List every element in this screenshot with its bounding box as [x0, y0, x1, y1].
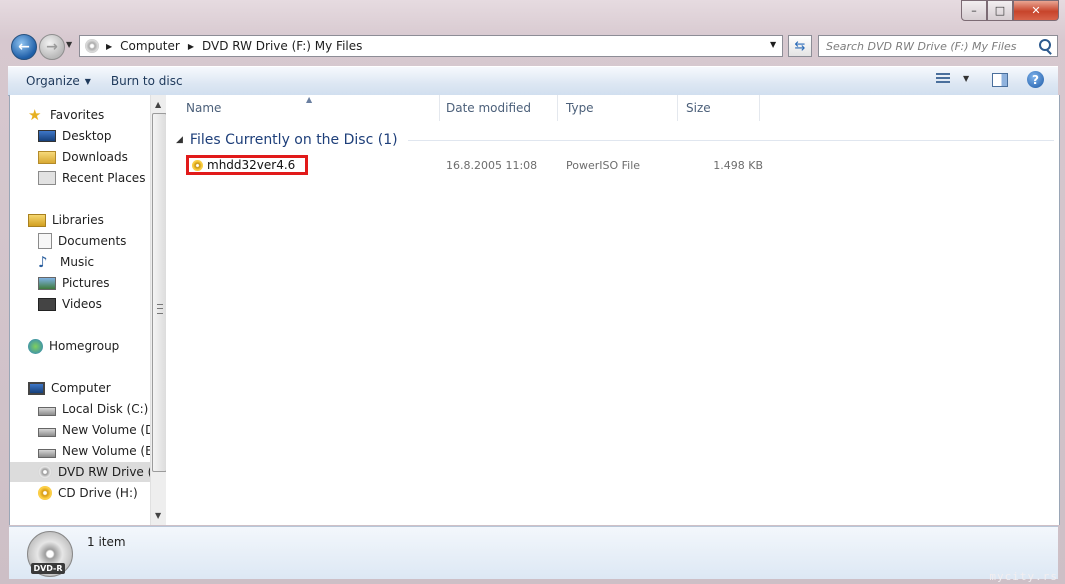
- table-row[interactable]: mhdd32ver4.6 16.8.2005 11:08 PowerISO Fi…: [168, 155, 1054, 175]
- maximize-button[interactable]: □: [987, 0, 1013, 21]
- recent-places-icon: [38, 171, 56, 185]
- desktop-icon: [38, 130, 56, 142]
- libraries-icon: [28, 213, 46, 227]
- address-history-dropdown[interactable]: ▼: [770, 40, 776, 49]
- change-view-button[interactable]: [936, 72, 952, 86]
- search-box[interactable]: [818, 35, 1058, 57]
- dvd-drive-icon: [85, 39, 99, 53]
- scroll-down-arrow-icon[interactable]: ▼: [155, 511, 161, 520]
- downloads-folder-icon: [38, 150, 56, 164]
- search-icon[interactable]: [1039, 39, 1051, 51]
- close-button[interactable]: ✕: [1013, 0, 1059, 21]
- sidebar-computer[interactable]: Computer: [10, 378, 150, 398]
- videos-icon: [38, 297, 56, 311]
- music-note-icon: ♪: [38, 253, 48, 271]
- group-divider: [407, 139, 1054, 141]
- command-bar: Organize ▼ Burn to disc ▼ ?: [8, 66, 1058, 96]
- column-header-date-modified[interactable]: Date modified: [438, 95, 558, 121]
- breadcrumb-computer[interactable]: Computer: [120, 39, 180, 53]
- file-type: PowerISO File: [566, 158, 641, 172]
- hard-disk-icon: [38, 427, 56, 437]
- forward-button[interactable]: →: [39, 34, 65, 60]
- burn-to-disc-button[interactable]: Burn to disc: [101, 67, 193, 95]
- refresh-button[interactable]: ⇆: [788, 35, 812, 57]
- back-button[interactable]: ←: [11, 34, 37, 60]
- sidebar-item-new-volume-d[interactable]: New Volume (D:): [10, 420, 150, 440]
- navigation-pane: ★ Favorites Desktop Downloads Recent Plac…: [10, 95, 166, 525]
- sidebar-item-dvd-rw-drive-f[interactable]: DVD RW Drive (F:): [10, 462, 150, 482]
- file-name: mhdd32ver4.6: [207, 158, 296, 172]
- address-bar[interactable]: ▶ Computer ▶ DVD RW Drive (F:) My Files: [79, 35, 783, 57]
- explorer-window: – □ ✕ ← → ▼ ▶ Computer ▶ DVD RW Drive (F…: [0, 0, 1065, 584]
- back-arrow-icon: ←: [18, 39, 30, 55]
- poweriso-file-icon: [192, 159, 203, 171]
- column-header-type[interactable]: Type: [558, 95, 678, 121]
- sidebar-libraries[interactable]: Libraries: [10, 210, 150, 230]
- sidebar-item-pictures[interactable]: Pictures: [10, 273, 150, 293]
- refresh-icon: ⇆: [794, 38, 806, 54]
- navigation-scrollbar[interactable]: ▲ ▼: [150, 95, 166, 525]
- file-name-cell[interactable]: mhdd32ver4.6: [186, 155, 308, 175]
- scrollbar-thumb[interactable]: [152, 113, 166, 472]
- details-pane: DVD-R 1 item: [9, 526, 1058, 579]
- dvd-r-label: DVD-R: [31, 563, 65, 574]
- organize-label: Organize: [26, 74, 80, 88]
- minimize-button[interactable]: –: [961, 0, 987, 21]
- item-count: 1 item: [87, 535, 126, 549]
- column-header-size[interactable]: Size: [678, 95, 760, 121]
- sidebar-item-cd-drive-h[interactable]: CD Drive (H:): [10, 483, 150, 503]
- computer-icon: [28, 381, 45, 395]
- dvd-disc-icon: [38, 465, 52, 479]
- sidebar-item-recent-places[interactable]: Recent Places: [10, 168, 150, 188]
- sidebar-item-new-volume-e[interactable]: New Volume (E:): [10, 441, 150, 461]
- chevron-right-icon[interactable]: ▶: [188, 42, 194, 51]
- sidebar-item-music[interactable]: ♪ Music: [10, 252, 150, 272]
- star-icon: ★: [28, 106, 42, 124]
- sidebar-item-local-disk-c[interactable]: Local Disk (C:): [10, 399, 150, 419]
- sidebar-item-desktop[interactable]: Desktop: [10, 126, 150, 146]
- sidebar-item-downloads[interactable]: Downloads: [10, 147, 150, 167]
- content-area: ★ Favorites Desktop Downloads Recent Plac…: [9, 95, 1060, 525]
- preview-pane-button[interactable]: [992, 73, 1008, 87]
- chevron-down-icon: ▼: [84, 76, 91, 86]
- sidebar-homegroup[interactable]: Homegroup: [10, 336, 150, 356]
- collapse-group-icon[interactable]: ◢: [176, 135, 183, 145]
- sidebar-favorites[interactable]: ★ Favorites: [10, 105, 150, 125]
- help-button[interactable]: ?: [1027, 71, 1044, 88]
- recent-pages-dropdown[interactable]: ▼: [66, 40, 72, 49]
- breadcrumb-current[interactable]: DVD RW Drive (F:) My Files: [202, 39, 362, 53]
- group-header[interactable]: ◢ Files Currently on the Disc (1): [176, 130, 1054, 150]
- cd-disc-icon: [38, 486, 52, 500]
- chevron-right-icon[interactable]: ▶: [106, 42, 112, 51]
- hard-disk-icon: [38, 448, 56, 458]
- watermark: mycity.rs: [989, 570, 1058, 583]
- homegroup-icon: [28, 338, 43, 354]
- window-caption-buttons: – □ ✕: [961, 0, 1059, 21]
- forward-arrow-icon: →: [46, 39, 58, 55]
- scroll-up-arrow-icon[interactable]: ▲: [155, 100, 161, 109]
- view-options-dropdown[interactable]: ▼: [963, 74, 969, 83]
- pictures-icon: [38, 276, 56, 290]
- organize-button[interactable]: Organize ▼: [8, 67, 101, 95]
- hard-disk-icon: [38, 406, 56, 416]
- navigation-bar: ← → ▼ ▶ Computer ▶ DVD RW Drive (F:) My …: [8, 32, 1058, 60]
- documents-icon: [38, 233, 52, 249]
- sidebar-item-videos[interactable]: Videos: [10, 294, 150, 314]
- group-label: Files Currently on the Disc (1): [189, 132, 398, 148]
- column-headers: ▲ Name Date modified Type Size: [168, 95, 1058, 121]
- scroll-grip-icon: [157, 304, 163, 314]
- column-header-name[interactable]: Name: [178, 95, 440, 121]
- file-date: 16.8.2005 11:08: [446, 158, 538, 172]
- file-list: ▲ Name Date modified Type Size ◢ Files C…: [168, 95, 1058, 525]
- sidebar-item-documents[interactable]: Documents: [10, 231, 150, 251]
- search-input[interactable]: [824, 38, 1038, 54]
- file-size: 1.498 KB: [713, 158, 763, 172]
